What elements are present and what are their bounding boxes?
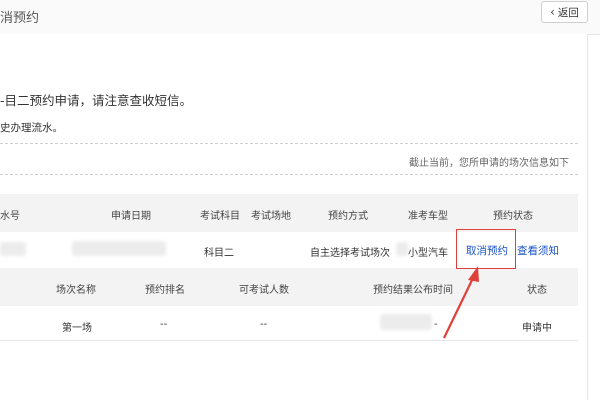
arrow-shaft bbox=[443, 275, 475, 339]
annotation-arrow bbox=[443, 266, 479, 339]
arrow-head bbox=[468, 266, 479, 282]
